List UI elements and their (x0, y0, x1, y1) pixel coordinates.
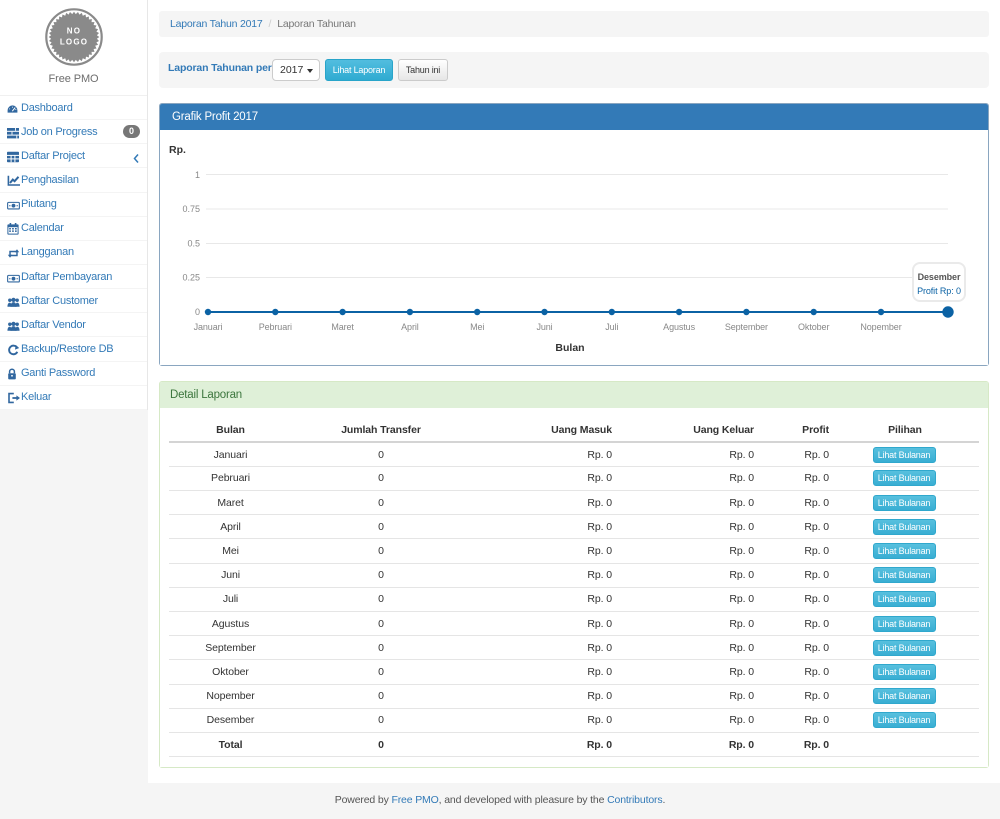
svg-text:Juli: Juli (605, 322, 618, 332)
svg-text:Agustus: Agustus (663, 322, 695, 332)
svg-text:Bulan: Bulan (555, 342, 584, 354)
svg-text:September: September (725, 322, 768, 332)
svg-text:0: 0 (195, 307, 200, 317)
svg-text:Pebruari: Pebruari (259, 322, 292, 332)
svg-text:0.5: 0.5 (187, 239, 200, 249)
svg-text:Januari: Januari (194, 322, 223, 332)
svg-text:NO: NO (66, 27, 80, 36)
svg-text:LOGO: LOGO (59, 38, 87, 47)
svg-text:Juni: Juni (536, 322, 552, 332)
svg-text:Oktober: Oktober (798, 322, 829, 332)
svg-text:April: April (401, 322, 419, 332)
svg-text:Maret: Maret (331, 322, 354, 332)
svg-text:0.25: 0.25 (182, 273, 200, 283)
svg-text:Nopember: Nopember (860, 322, 901, 332)
svg-text:1: 1 (195, 170, 200, 180)
svg-text:0.75: 0.75 (182, 204, 200, 214)
svg-text:Mei: Mei (470, 322, 484, 332)
svg-text:Rp.: Rp. (169, 144, 186, 156)
